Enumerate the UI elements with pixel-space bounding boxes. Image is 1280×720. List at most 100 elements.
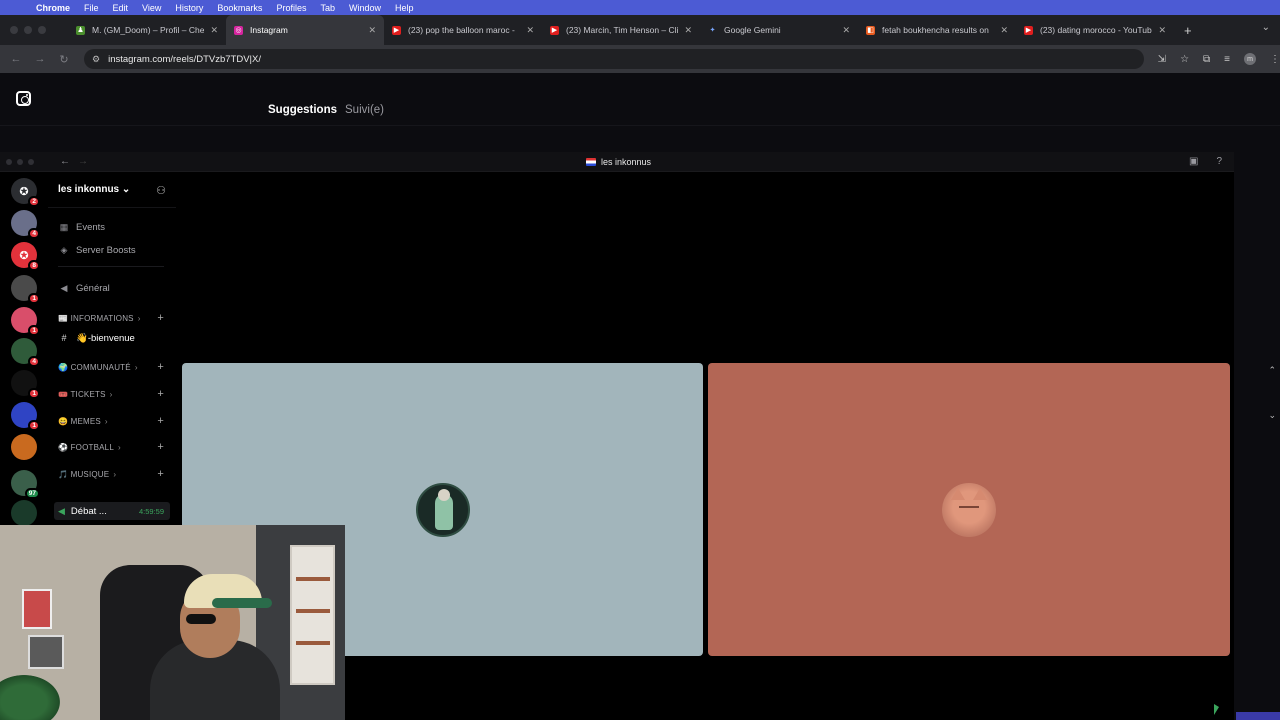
instagram-logo-icon[interactable] (16, 91, 31, 106)
macos-menubar: Chrome File Edit View History Bookmarks … (0, 0, 1280, 15)
category-musique[interactable]: 🎵 MUSIQUE › + (58, 465, 170, 483)
reload-icon[interactable]: ↻ (52, 53, 76, 66)
tab-label: (23) Marcin, Tim Henson – Cli (566, 25, 679, 35)
menu-history[interactable]: History (175, 3, 203, 13)
zoom-window-icon[interactable] (28, 159, 34, 165)
tab-fetah-results[interactable]: ◧ fetah boukhencha results on ✕ (858, 15, 1016, 45)
apple-icon[interactable] (10, 3, 20, 13)
add-channel-icon[interactable]: + (157, 441, 164, 453)
menu-tab[interactable]: Tab (320, 3, 335, 13)
close-window-icon[interactable] (10, 26, 18, 34)
category-memes[interactable]: 😄 MEMES › + (58, 412, 170, 430)
server-icon[interactable]: 1 (11, 402, 40, 431)
menu-view[interactable]: View (142, 3, 161, 13)
category-communaute[interactable]: 🌍 COMMUNAUTÉ › + (58, 358, 170, 376)
server-icon[interactable]: 1 (11, 275, 40, 304)
help-icon[interactable]: ? (1216, 156, 1222, 167)
invite-people-icon[interactable]: ⚇ (156, 184, 166, 197)
notification-badge: 1 (28, 420, 40, 431)
tab-youtube-dating[interactable]: ▶ (23) dating morocco - YouTub ✕ (1016, 15, 1174, 45)
tab-suggestions[interactable]: Suggestions (268, 104, 337, 116)
close-icon[interactable]: ✕ (842, 25, 850, 36)
server-icon[interactable]: ✪ 8 (11, 242, 40, 271)
category-informations[interactable]: 📰 INFORMATIONS › + (58, 309, 170, 327)
inbox-icon[interactable]: ▣ (1189, 156, 1198, 167)
add-channel-icon[interactable]: + (157, 312, 164, 324)
forward-icon[interactable]: → (28, 53, 52, 65)
channel-server-boosts[interactable]: ◈ Server Boosts (58, 241, 170, 259)
add-channel-icon[interactable]: + (157, 468, 164, 480)
tab-gemini[interactable]: ✦ Google Gemini ✕ (700, 15, 858, 45)
add-channel-icon[interactable]: + (157, 388, 164, 400)
close-icon[interactable]: ✕ (1000, 25, 1008, 36)
webcam-overlay (0, 525, 345, 720)
zoom-window-icon[interactable] (38, 26, 46, 34)
close-icon[interactable]: ✕ (210, 25, 218, 36)
close-icon[interactable]: ✕ (1158, 25, 1166, 36)
server-icon[interactable]: 97 (11, 470, 40, 499)
avatar (942, 482, 996, 537)
server-icon[interactable]: 4 (11, 338, 40, 367)
tab-youtube-balloon[interactable]: ▶ (23) pop the balloon maroc - ✕ (384, 15, 542, 45)
channel-events[interactable]: ▦ Events (58, 218, 170, 236)
minimize-window-icon[interactable] (24, 26, 32, 34)
add-channel-icon[interactable]: + (157, 415, 164, 427)
chevron-up-icon[interactable]: ⌃ (1268, 365, 1276, 376)
tab-youtube-marcin[interactable]: ▶ (23) Marcin, Tim Henson – Cli ✕ (542, 15, 700, 45)
voice-channel-debat[interactable]: ◀ Débat ... 4:59:59 (54, 502, 170, 520)
youtube-icon: ▶ (392, 25, 401, 35)
close-icon[interactable]: ✕ (684, 25, 692, 36)
menu-app-name[interactable]: Chrome (36, 3, 70, 13)
menu-profiles[interactable]: Profiles (276, 3, 306, 13)
reading-list-icon[interactable]: ≡ (1224, 54, 1230, 65)
channel-label: Server Boosts (76, 244, 136, 256)
category-label: 🎵 MUSIQUE (58, 469, 110, 479)
menu-file[interactable]: File (84, 3, 99, 13)
tab-search-chevron-icon[interactable]: ⌄ (1262, 22, 1270, 33)
youtube-icon: ▶ (550, 25, 559, 35)
profile-avatar-icon[interactable]: m (1244, 53, 1257, 65)
server-header[interactable]: les inkonnus ⌄ ⚇ (48, 172, 176, 208)
server-icon[interactable]: 1 (11, 307, 40, 336)
install-app-icon[interactable]: ⇲ (1158, 54, 1166, 65)
channel-bienvenue[interactable]: # 👋-bienvenue (58, 329, 170, 347)
category-football[interactable]: ⚽ FOOTBALL › + (58, 438, 170, 456)
window-controls (6, 159, 34, 165)
category-tickets[interactable]: 🎟️ TICKETS › + (58, 385, 170, 403)
bookmark-star-icon[interactable]: ☆ (1180, 54, 1189, 65)
avatar (415, 482, 470, 537)
channel-label: Général (76, 282, 110, 294)
close-window-icon[interactable] (6, 159, 12, 165)
back-icon[interactable]: ← (60, 156, 70, 167)
discord-home-icon[interactable]: ✪ 2 (11, 178, 40, 207)
tab-instagram[interactable]: ◎ Instagram ✕ (226, 15, 384, 45)
back-icon[interactable]: ← (4, 53, 28, 65)
close-icon[interactable]: ✕ (526, 25, 534, 36)
divider (58, 266, 164, 267)
server-name: les inkonnus ⌄ (58, 184, 131, 195)
forward-icon[interactable]: → (78, 156, 88, 167)
menu-bookmarks[interactable]: Bookmarks (217, 3, 262, 13)
tab-chess[interactable]: ♟ M. (GM_Doom) – Profil – Che ✕ (68, 15, 226, 45)
call-tile-cat[interactable] (708, 363, 1230, 656)
gemini-icon: ✦ (709, 27, 716, 34)
category-label: ⚽ FOOTBALL (58, 442, 114, 452)
channel-general[interactable]: ◀ Général (58, 279, 170, 297)
menu-kebab-icon[interactable]: ⋮ (1270, 54, 1280, 65)
extensions-icon[interactable]: ⧉ (1203, 54, 1210, 65)
server-icon[interactable] (11, 434, 37, 460)
minimize-window-icon[interactable] (17, 159, 23, 165)
server-icon[interactable]: 4 (11, 210, 40, 239)
tab-following[interactable]: Suivi(e) (345, 104, 384, 116)
server-icon[interactable]: 1 (11, 370, 40, 399)
chevron-down-icon[interactable]: ⌄ (1268, 410, 1276, 421)
new-tab-icon[interactable]: + (1184, 23, 1192, 38)
menu-edit[interactable]: Edit (113, 3, 129, 13)
server-icon[interactable] (11, 500, 37, 526)
menu-window[interactable]: Window (349, 3, 381, 13)
menu-help[interactable]: Help (395, 3, 414, 13)
close-icon[interactable]: ✕ (368, 25, 376, 36)
address-bar[interactable]: ⚙ instagram.com/reels/DTVzb7TDV|X/ (84, 49, 1144, 69)
site-settings-icon[interactable]: ⚙ (92, 54, 100, 65)
add-channel-icon[interactable]: + (157, 361, 164, 373)
